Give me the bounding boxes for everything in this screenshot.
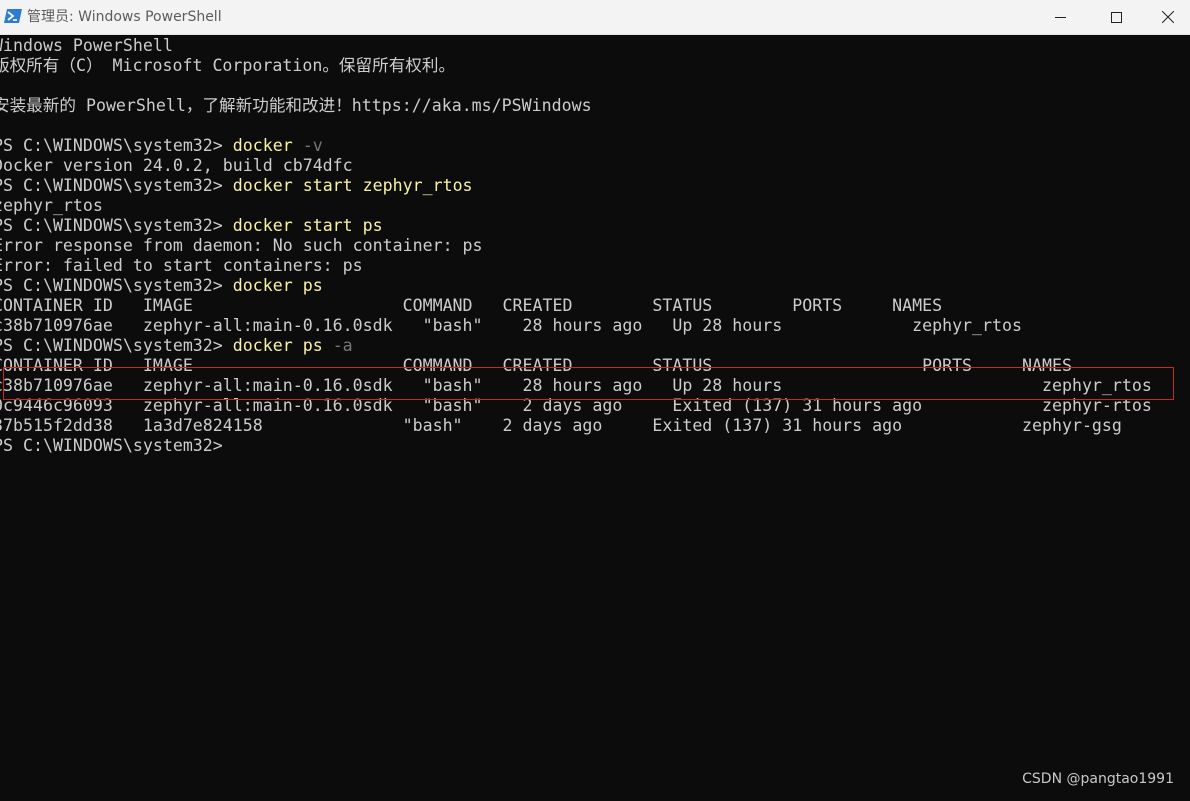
minimize-icon: [1054, 12, 1066, 23]
command-text: docker ps: [232, 276, 323, 295]
console-line: Windows PowerShell: [0, 36, 173, 55]
window-title: 管理员: Windows PowerShell: [27, 9, 222, 25]
command-text: docker start zephyr_rtos: [232, 176, 473, 195]
command-argument: -a: [322, 336, 353, 355]
watermark: CSDN @pangtao1991: [1022, 771, 1174, 787]
table-header: CONTAINER ID IMAGE COMMAND CREATED STATU…: [0, 356, 1072, 375]
maximize-icon: [1110, 11, 1122, 23]
prompt: PS C:\WINDOWS\system32>: [0, 336, 233, 355]
table-row: 0c9446c96093 zephyr-all:main-0.16.0sdk "…: [0, 396, 1152, 415]
minimize-button[interactable]: [1034, 0, 1086, 34]
command-text: docker start ps: [232, 216, 383, 235]
console-line: Error response from daemon: No such cont…: [0, 236, 483, 255]
console-line: Error: failed to start containers: ps: [0, 256, 363, 275]
prompt: PS C:\WINDOWS\system32>: [0, 176, 233, 195]
console-output[interactable]: Windows PowerShell 版权所有（C） Microsoft Cor…: [0, 34, 1190, 801]
prompt-line: PS C:\WINDOWS\system32>: [0, 436, 233, 455]
console-line: Docker version 24.0.2, build cb74dfc: [0, 156, 353, 175]
console-line: 安装最新的 PowerShell，了解新功能和改进！https://aka.ms…: [0, 96, 592, 115]
prompt-line: PS C:\WINDOWS\system32> docker ps: [0, 276, 323, 296]
prompt: PS C:\WINDOWS\system32>: [0, 216, 233, 235]
close-button[interactable]: [1146, 0, 1190, 34]
console-line: zephyr_rtos: [0, 196, 103, 215]
powershell-icon: [4, 8, 22, 24]
table-row: c38b710976ae zephyr-all:main-0.16.0sdk "…: [0, 316, 1022, 335]
powershell-window: 管理员: Windows PowerShell Windows PowerShe…: [0, 0, 1190, 801]
command-argument: -v: [292, 136, 323, 155]
prompt: PS C:\WINDOWS\system32>: [0, 136, 233, 155]
console-line: 版权所有（C） Microsoft Corporation。保留所有权利。: [0, 56, 456, 75]
maximize-button[interactable]: [1090, 0, 1142, 34]
table-row: 37b515f2dd38 1a3d7e824158 "bash" 2 days …: [0, 416, 1122, 435]
table-row: c38b710976ae zephyr-all:main-0.16.0sdk "…: [0, 376, 1152, 395]
prompt-line: PS C:\WINDOWS\system32> docker -v: [0, 136, 323, 156]
close-icon: [1162, 11, 1174, 23]
command-text: docker: [232, 136, 293, 155]
table-header: CONTAINER ID IMAGE COMMAND CREATED STATU…: [0, 296, 943, 315]
command-text: docker ps: [232, 336, 323, 355]
prompt: PS C:\WINDOWS\system32>: [0, 276, 233, 295]
prompt-line: PS C:\WINDOWS\system32> docker start zep…: [0, 176, 473, 196]
title-bar[interactable]: 管理员: Windows PowerShell: [0, 0, 1190, 35]
prompt-line: PS C:\WINDOWS\system32> docker start ps: [0, 216, 383, 236]
prompt-line: PS C:\WINDOWS\system32> docker ps -a: [0, 336, 353, 356]
